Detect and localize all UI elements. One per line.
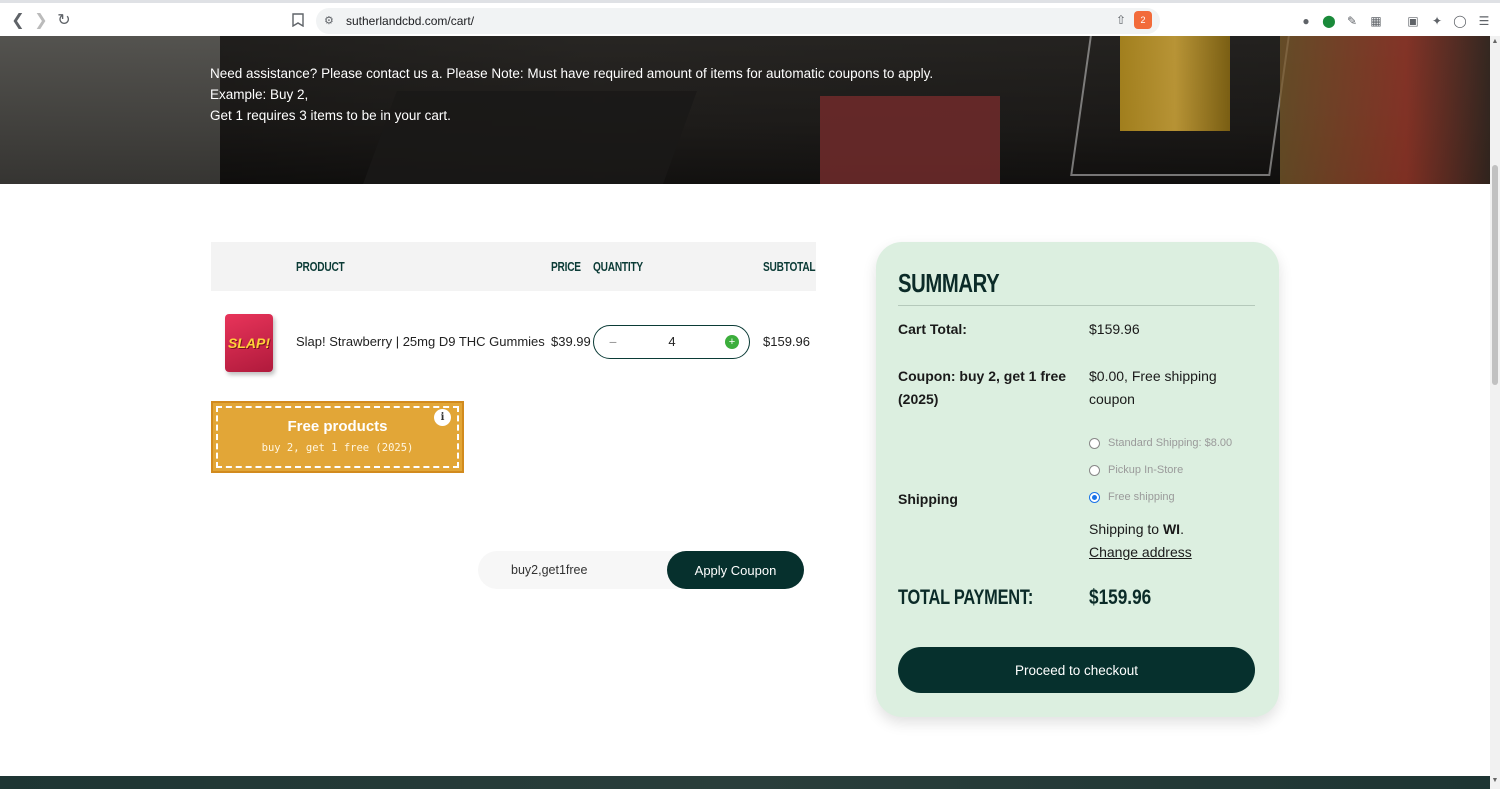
shipping-to-prefix: Shipping to [1089,521,1163,537]
shipping-label: Shipping [898,491,958,507]
coupon-value-line-1: $0.00, Free shipping [1089,368,1217,384]
shipping-radio-free[interactable] [1089,491,1100,503]
total-payment-label: TOTAL PAYMENT: [898,586,1034,609]
quantity-stepper[interactable]: − 4 + [593,325,750,359]
hero-shelf-right [1280,36,1490,184]
shipping-to-state: WI [1162,521,1181,537]
menu-icon[interactable]: ☰ [1476,13,1492,29]
back-icon[interactable]: ❮ [8,10,28,30]
scrollbar-thumb[interactable] [1492,165,1498,385]
shipping-option-pickup-label: Pickup In-Store [1108,464,1184,476]
shipping-option-standard-label: Standard Shipping: $8.00 [1108,437,1233,449]
proceed-to-checkout-button[interactable]: Proceed to checkout [898,647,1255,693]
hero-shopping-cart [1070,36,1290,176]
cart-total-value: $159.96 [1089,321,1140,337]
shipping-option-standard[interactable]: Standard Shipping: $8.00 [1089,435,1232,451]
reader-mode-icon[interactable]: ▦ [1368,13,1384,29]
header-subtotal: SUBTOTAL [763,259,816,274]
site-info-icon[interactable]: ⚙ [324,14,334,27]
hero-notice: Need assistance? Please contact us a. Pl… [210,63,990,126]
product-price: $39.99 [551,334,591,349]
product-thumbnail-label: SLAP! [228,335,270,351]
product-subtotal: $159.96 [763,334,810,349]
forward-icon[interactable]: ❯ [31,10,51,30]
coupon-label: Coupon: buy 2, get 1 free (2025) [898,365,1066,411]
summary-title: SUMMARY [898,268,1000,298]
wallet-icon[interactable]: ▣ [1405,13,1421,29]
change-address-link[interactable]: Change address [1089,541,1192,564]
header-product: PRODUCT [296,259,345,274]
free-products-title: Free products [287,418,388,435]
footer-band [0,776,1490,789]
shipping-option-free-label: Free shipping [1108,491,1175,503]
total-payment-value: $159.96 [1089,586,1152,609]
bookmark-icon[interactable] [288,10,308,30]
extension-incognito-icon[interactable]: ● [1298,13,1314,29]
extension-green-icon[interactable]: ⬤ [1321,13,1337,29]
leo-ai-icon[interactable]: ✦ [1429,13,1445,29]
hero-notice-line-2: Get 1 requires 3 items to be in your car… [210,108,451,123]
summary-panel [876,242,1279,717]
coupon-label-line-2: (2025) [898,391,939,407]
shipping-option-free[interactable]: Free shipping [1089,489,1175,505]
shipping-radio-pickup[interactable] [1089,464,1100,476]
extensions-puzzle-icon[interactable]: ✎ [1344,13,1360,29]
shipping-destination: Shipping to WI. [1089,518,1184,541]
free-products-subtitle: buy 2, get 1 free (2025) [261,442,414,454]
apply-coupon-button[interactable]: Apply Coupon [667,551,804,589]
cart-total-label: Cart Total: [898,321,967,337]
quantity-decrease-button[interactable]: − [604,333,622,351]
shipping-to-suffix: . [1180,521,1184,537]
coupon-label-line-1: Coupon: buy 2, get 1 free [898,368,1067,384]
scrollbar-track[interactable] [1490,36,1500,789]
url-text: sutherlandcbd.com/cart/ [346,14,475,28]
reload-icon[interactable]: ↻ [54,10,74,30]
shield-badge-count: 2 [1140,15,1146,25]
coupon-value: $0.00, Free shipping coupon [1089,365,1217,411]
info-icon[interactable]: i [434,409,451,426]
product-thumbnail[interactable]: SLAP! [225,314,273,372]
header-quantity: QUANTITY [593,259,643,274]
free-products-box[interactable]: Free products buy 2, get 1 free (2025) [211,401,464,473]
header-price: PRICE [551,259,581,274]
free-products-border [216,406,459,468]
browser-toolbar: ❮ ❯ ↻ ⚙ sutherlandcbd.com/cart/ ⇧ 2 ● ⬤ … [0,0,1500,36]
brave-shield-icon[interactable]: 2 [1134,11,1152,29]
shipping-option-pickup[interactable]: Pickup In-Store [1089,462,1183,478]
product-name[interactable]: Slap! Strawberry | 25mg D9 THC Gummies [296,334,545,349]
scroll-up-icon[interactable]: ▲ [1491,38,1499,46]
address-bar[interactable]: ⚙ sutherlandcbd.com/cart/ ⇧ 2 [316,8,1160,34]
vpn-icon[interactable]: ◯ [1452,13,1468,29]
quantity-value[interactable]: 4 [654,334,690,349]
summary-divider [898,305,1255,306]
shipping-radio-standard[interactable] [1089,437,1100,449]
share-icon[interactable]: ⇧ [1116,13,1126,27]
scroll-down-icon[interactable]: ▼ [1491,777,1499,785]
hero-shelf-left [0,36,220,184]
quantity-increase-button[interactable]: + [725,335,739,349]
hero-notice-line-1: Need assistance? Please contact us a. Pl… [210,66,934,102]
coupon-value-line-2: coupon [1089,391,1135,407]
coupon-input[interactable] [478,551,678,589]
